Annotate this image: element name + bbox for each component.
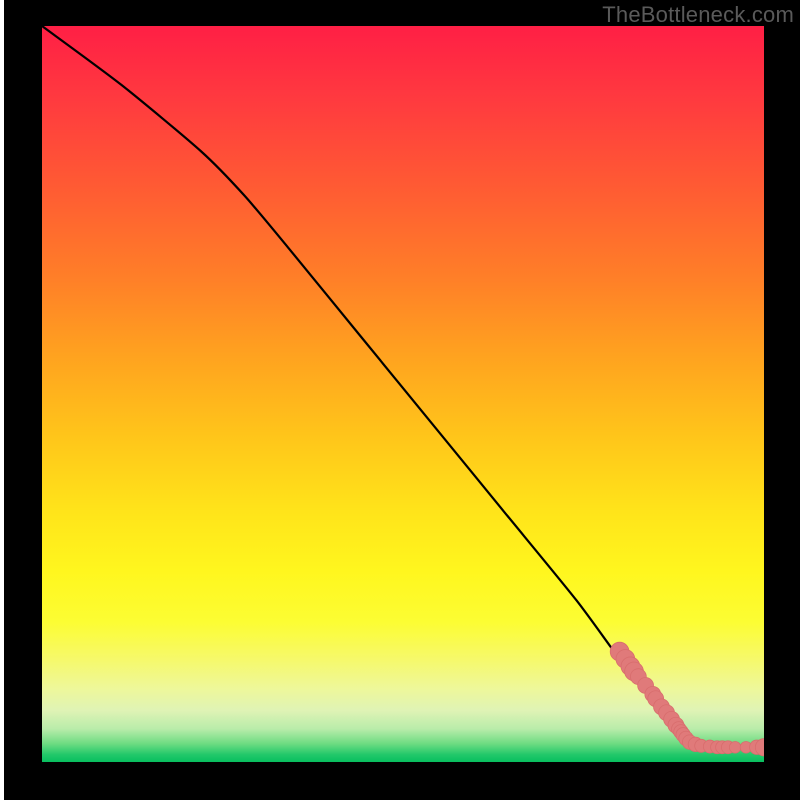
chart-stage: TheBottleneck.com: [0, 0, 800, 800]
bottleneck-chart: [0, 0, 800, 800]
data-point: [729, 742, 741, 754]
watermark-text: TheBottleneck.com: [602, 2, 794, 28]
plot-background: [42, 26, 764, 762]
